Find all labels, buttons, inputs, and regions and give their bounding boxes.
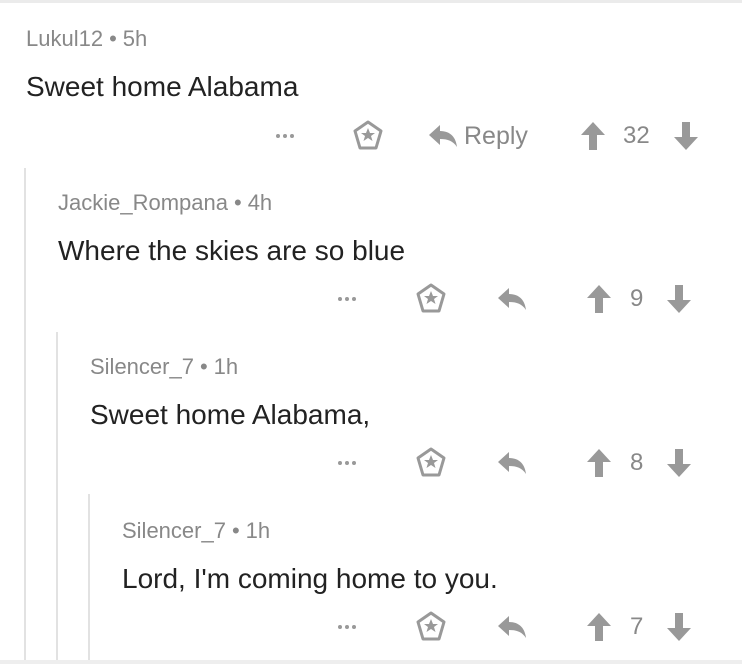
upvote-arrow-icon (587, 449, 611, 477)
reply-arrow-icon (498, 288, 526, 310)
comment-meta: Silencer_7 • 1h (90, 354, 238, 380)
more-options-button[interactable] (338, 607, 356, 647)
comment-text: Where the skies are so blue (58, 235, 406, 266)
more-options-icon (338, 625, 356, 629)
comment-author[interactable]: Jackie_Rompana (58, 190, 228, 215)
score: 7 (630, 613, 644, 640)
comment-author[interactable]: Silencer_7 (122, 518, 226, 543)
comment-time: 1h (245, 518, 271, 543)
comment-text: Sweet home Alabama (26, 71, 299, 102)
downvote-arrow-icon (667, 449, 691, 477)
meta-separator: • (109, 26, 117, 51)
comment-time: 1h (213, 354, 239, 379)
more-options-button[interactable] (276, 116, 294, 156)
upvote-button[interactable] (580, 116, 606, 156)
comment-meta: Lukul12 • 5h (26, 26, 147, 52)
reply-button[interactable] (497, 443, 533, 483)
award-icon (416, 283, 446, 313)
score: 32 (623, 122, 650, 149)
more-options-icon (338, 461, 356, 465)
award-icon (416, 447, 446, 477)
reply-arrow-icon (498, 616, 526, 638)
downvote-button[interactable] (666, 607, 692, 647)
comment-meta: Jackie_Rompana • 4h (58, 190, 272, 216)
comment-author[interactable]: Lukul12 (26, 26, 103, 51)
reply-button[interactable]: Reply (428, 116, 528, 156)
more-options-icon (338, 297, 356, 301)
score: 8 (630, 449, 644, 476)
comment-actions: 7 (0, 607, 742, 647)
comment-actions: Reply 32 (0, 116, 742, 156)
more-options-button[interactable] (338, 279, 356, 319)
score: 9 (630, 285, 644, 312)
comment-time: 5h (122, 26, 148, 51)
upvote-arrow-icon (587, 285, 611, 313)
upvote-arrow-icon (587, 613, 611, 641)
upvote-button[interactable] (586, 443, 612, 483)
meta-separator: • (231, 518, 240, 543)
comment-text: Lord, I'm coming home to you. (122, 563, 498, 594)
comment-meta: Silencer_7 • 1h (122, 518, 270, 544)
bottom-divider (0, 660, 742, 664)
comment-author[interactable]: Silencer_7 (90, 354, 194, 379)
reply-arrow-icon (498, 452, 526, 474)
award-button[interactable] (415, 443, 447, 483)
downvote-arrow-icon (674, 122, 698, 150)
upvote-arrow-icon (581, 122, 605, 150)
award-button[interactable] (352, 116, 384, 156)
comment-actions: 8 (0, 443, 742, 483)
more-options-icon (276, 134, 294, 138)
meta-separator: • (199, 354, 208, 379)
comment-time: 4h (247, 190, 273, 215)
award-button[interactable] (415, 279, 447, 319)
reply-button[interactable] (497, 279, 533, 319)
award-icon (353, 120, 383, 150)
more-options-button[interactable] (338, 443, 356, 483)
thread-line-level-1[interactable] (24, 168, 26, 664)
top-divider (0, 0, 742, 3)
downvote-button[interactable] (666, 279, 692, 319)
reply-label: Reply (464, 121, 528, 150)
downvote-button[interactable] (673, 116, 699, 156)
meta-separator: • (233, 190, 242, 215)
reply-arrow-icon (429, 125, 457, 147)
downvote-button[interactable] (666, 443, 692, 483)
award-icon (416, 611, 446, 641)
upvote-button[interactable] (586, 279, 612, 319)
award-button[interactable] (415, 607, 447, 647)
downvote-arrow-icon (667, 285, 691, 313)
comment-actions: 9 (0, 279, 742, 319)
comment-text: Sweet home Alabama, (90, 399, 371, 430)
downvote-arrow-icon (667, 613, 691, 641)
upvote-button[interactable] (586, 607, 612, 647)
reply-button[interactable] (497, 607, 533, 647)
